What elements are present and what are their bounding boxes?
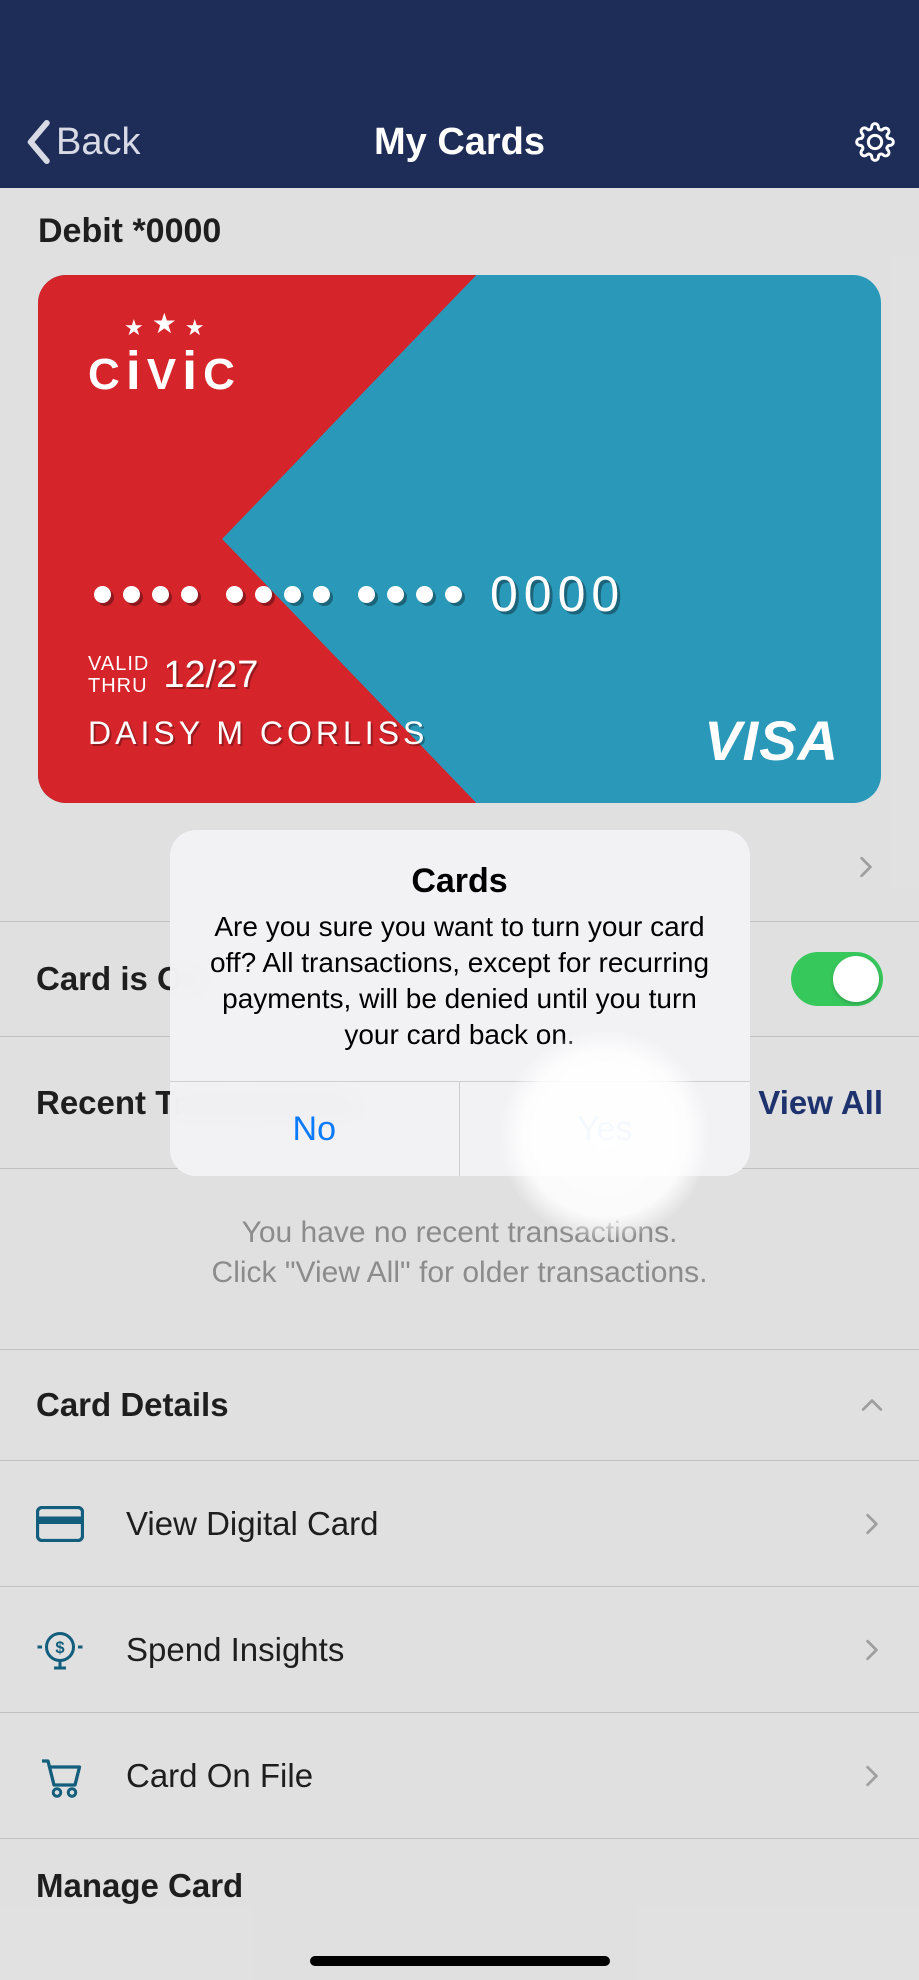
home-indicator — [310, 1956, 610, 1966]
modal-overlay: Cards Are you sure you want to turn your… — [0, 0, 919, 1980]
alert-no-button[interactable]: No — [170, 1082, 461, 1176]
confirm-alert: Cards Are you sure you want to turn your… — [170, 830, 750, 1176]
alert-title: Cards — [170, 830, 750, 909]
alert-yes-button[interactable]: Yes — [460, 1082, 750, 1176]
alert-message: Are you sure you want to turn your card … — [170, 909, 750, 1081]
